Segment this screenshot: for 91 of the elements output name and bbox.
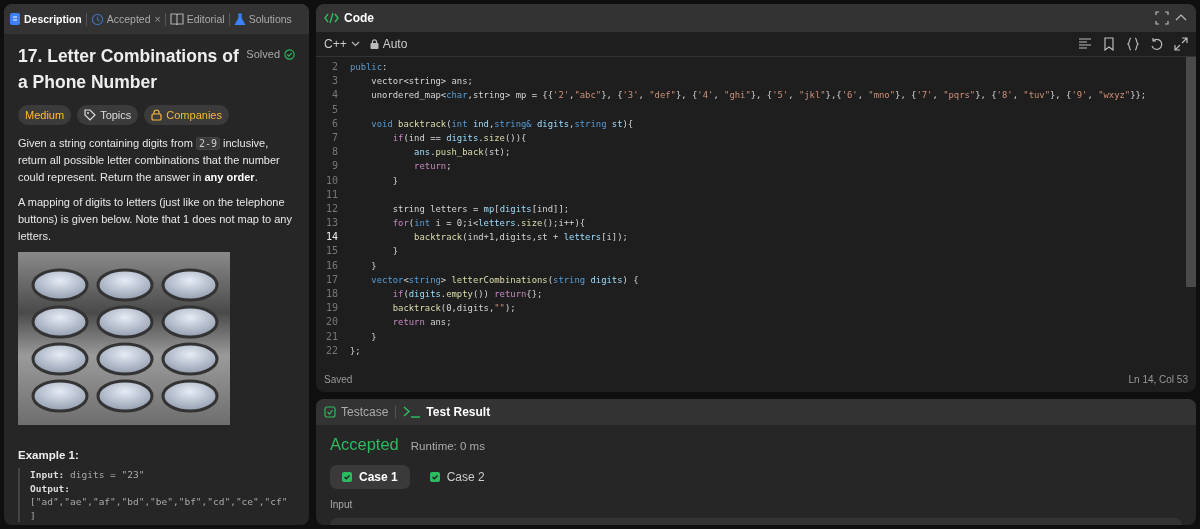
- line-number: 7: [330, 130, 338, 145]
- input-value: digits = "23": [70, 469, 145, 480]
- example-title: Example 1:: [18, 449, 80, 461]
- tag-button[interactable]: Companies: [144, 105, 229, 125]
- code-line: }: [370, 330, 377, 344]
- line-number: 21: [324, 329, 338, 344]
- code-line: backtrack(0,digits,"");: [391, 302, 516, 316]
- terminal-icon: [403, 406, 422, 418]
- panel-tab[interactable]: Editorial: [168, 10, 226, 28]
- line-number: 16: [324, 258, 338, 273]
- code-line: }: [370, 259, 377, 273]
- lock-icon: [369, 39, 379, 49]
- code-line: }: [391, 245, 399, 259]
- difficulty-badge: Medium: [18, 105, 72, 125]
- tag-icon: [84, 109, 97, 121]
- expand-icon[interactable]: [1174, 37, 1188, 51]
- save-status: Saved: [324, 373, 353, 385]
- line-number: 13: [324, 216, 338, 231]
- code-line: vector<string> ans;: [370, 75, 473, 89]
- book-icon: [169, 13, 184, 25]
- fullscreen-icon[interactable]: [1155, 11, 1169, 25]
- code-icon: [324, 12, 339, 24]
- code-line: backtrack(ind+1,digits,st + letters[i]);: [413, 231, 628, 245]
- line-number: 19: [324, 301, 338, 316]
- close-tab-button[interactable]: ×: [154, 13, 161, 25]
- panel-tab[interactable]: Description: [8, 9, 83, 29]
- case-tab[interactable]: Case 1: [330, 465, 410, 489]
- description-text: Given a string containing digits from 2-9 inclusive, return all possible letter combinations that the number could represent. Return the answer in any order.: [18, 136, 281, 185]
- line-number: 2: [330, 60, 338, 74]
- code-line: string letters = mp[digits[ind]];: [391, 202, 570, 216]
- output-label: Output:: [30, 482, 71, 494]
- bookmark-icon[interactable]: [1102, 37, 1116, 51]
- verdict-text: Accepted: [330, 435, 399, 454]
- panel-tab[interactable]: Accepted ×: [89, 9, 162, 29]
- line-number: 12: [324, 201, 338, 216]
- code-line: for(int i = 0;i<letters.size();i++){: [391, 217, 586, 231]
- line-number: 6: [330, 116, 338, 131]
- input-label: Input:: [30, 469, 65, 480]
- code-line: return;: [413, 160, 452, 174]
- check-icon: [342, 472, 352, 482]
- line-number: 11: [324, 187, 338, 202]
- code-line: ans.push_back(st);: [413, 146, 511, 160]
- panel-tab[interactable]: Test Result: [403, 405, 491, 419]
- code-line: vector<string> letterCombinations(string digits) {: [370, 273, 639, 287]
- undo-icon[interactable]: [1150, 37, 1164, 51]
- code-line: };: [350, 344, 361, 358]
- auto-mode[interactable]: Auto: [369, 37, 408, 51]
- runtime-text: Runtime: 0 ms: [410, 440, 485, 452]
- code-line: if(ind == digits.size()){: [391, 131, 527, 145]
- line-number: 9: [330, 159, 338, 174]
- chevron-down-icon: [350, 41, 360, 47]
- panel-title: Code: [344, 11, 374, 25]
- panel-tab[interactable]: Solutions: [232, 9, 293, 29]
- line-number: 20: [324, 315, 338, 330]
- panel-tab[interactable]: Testcase: [324, 405, 389, 419]
- solved-status: Solved: [246, 48, 295, 60]
- check-circle-icon: [284, 48, 295, 60]
- scrollbar[interactable]: [1186, 57, 1196, 287]
- document-icon: [9, 12, 21, 26]
- code-line: return ans;: [391, 316, 452, 330]
- line-number: 8: [330, 145, 338, 160]
- code-line: unordered_map<char,string> mp = {{'2',"abc"}, {'3', "def"}, {'4', "ghi"}, {'5', "jkl"},{'6', "mno"}, {'7', "pqrs"}, {'8', "tuv"}, {'9', "wxyz"}};: [370, 89, 1147, 103]
- flask-icon: [233, 12, 246, 26]
- check-icon: [429, 472, 440, 482]
- line-number: 17: [324, 272, 338, 287]
- format-icon[interactable]: [1078, 37, 1092, 51]
- line-number: 4: [330, 88, 338, 103]
- line-number: 18: [324, 287, 338, 301]
- line-number: 3: [330, 74, 338, 89]
- description-text: A mapping of digits to letters (just like on the telephone buttons) is given below. Note that 1 does not map to any letters.: [18, 195, 293, 244]
- output-value: ]: [30, 509, 36, 521]
- line-number: 22: [324, 343, 338, 358]
- history-icon: [90, 12, 104, 26]
- tag-button[interactable]: Topics: [77, 105, 139, 125]
- line-number: 10: [324, 173, 338, 188]
- output-value: ["ad","ae","af","bd","be","bf","cd","ce","cf": [30, 496, 288, 507]
- line-number: 14: [324, 230, 338, 245]
- language-dropdown[interactable]: C++: [324, 37, 360, 51]
- problem-title: 17. Letter Combinations of a Phone Number: [18, 45, 240, 94]
- braces-icon[interactable]: [1126, 37, 1140, 51]
- cursor-position: Ln 14, Col 53: [1128, 373, 1188, 385]
- input-label: Input: [330, 499, 354, 510]
- checkbox-icon: [324, 406, 336, 418]
- code-line: void backtrack(int ind,string& digits,string st){: [370, 117, 634, 131]
- code-line: public:: [350, 61, 388, 74]
- lock-icon: [151, 109, 163, 121]
- case-tab[interactable]: Case 2: [417, 465, 497, 489]
- code-line: }: [391, 174, 399, 188]
- line-number: 15: [324, 244, 338, 259]
- line-number: 5: [330, 102, 338, 117]
- code-line: if(digits.empty()) return{};: [391, 288, 543, 301]
